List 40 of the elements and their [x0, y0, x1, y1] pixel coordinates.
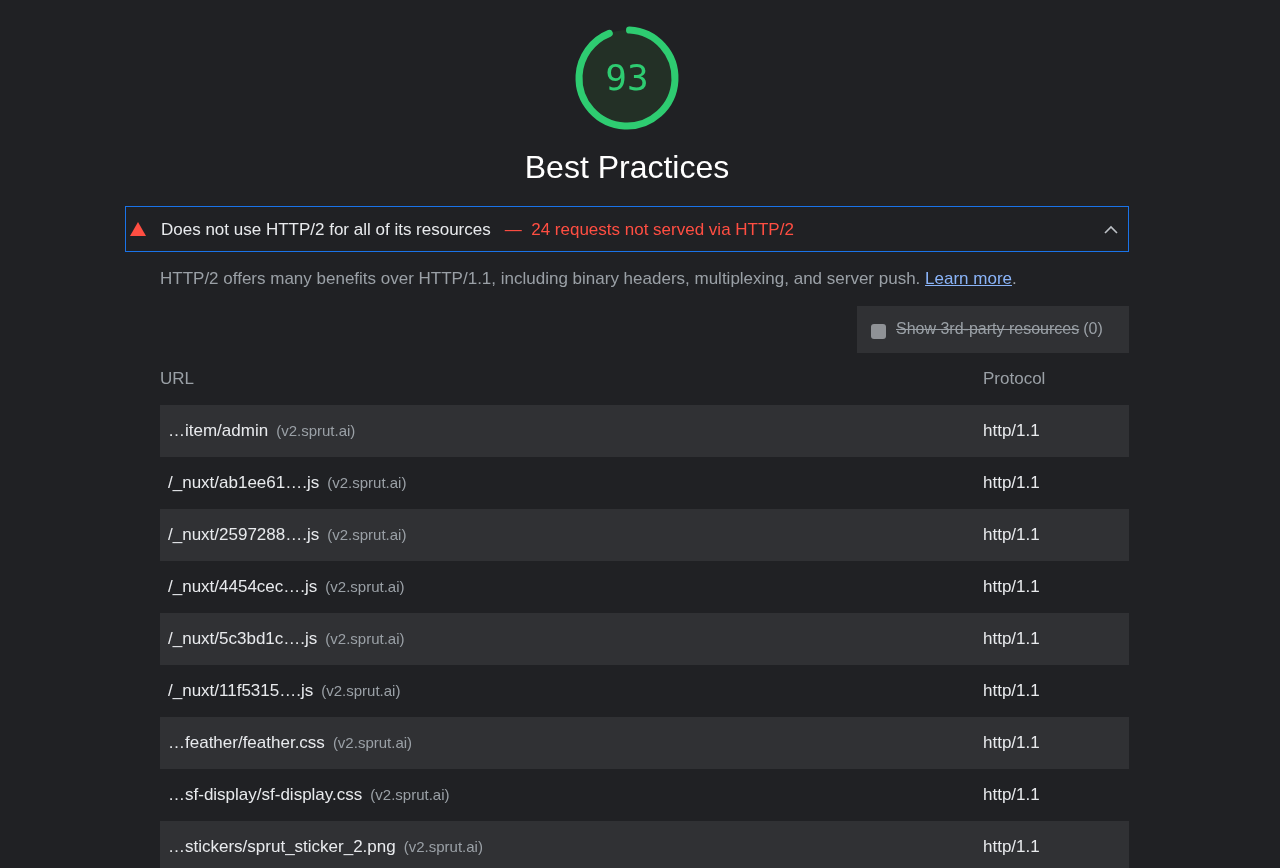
- url-host: (v2.sprut.ai): [327, 526, 407, 544]
- filter-count: (0): [1083, 319, 1103, 340]
- protocol-cell-text: http/1.1: [983, 576, 1041, 599]
- url-path: /_nuxt/4454cec….js: [168, 577, 318, 597]
- url-host: (v2.sprut.ai): [370, 786, 450, 804]
- audit-title: Does not use HTTP/2 for all of its resources: [161, 218, 491, 241]
- url-host: (v2.sprut.ai): [403, 838, 483, 856]
- url-host: (v2.sprut.ai): [325, 578, 405, 596]
- protocol-cell-text: http/1.1: [983, 784, 1041, 807]
- url-path: …sf-display/sf-display.css: [168, 785, 363, 805]
- audit-header[interactable]: Does not use HTTP/2 for all of its resources — 24 requests not served via HTTP/2: [125, 206, 1129, 253]
- chevron-icon[interactable]: [1104, 224, 1118, 234]
- protocol-cell-text: http/1.1: [983, 628, 1041, 651]
- protocol-cell-text: http/1.1: [983, 472, 1041, 495]
- filter-label: Show 3rd-party resources: [896, 319, 1080, 340]
- url-path: /_nuxt/ab1ee61….js: [168, 473, 320, 493]
- audit-summary: — 24 requests not served via HTTP/2: [504, 218, 794, 241]
- column-header: Protocol: [983, 368, 1047, 391]
- url-path: …item/admin: [168, 421, 269, 441]
- url-path: …feather/feather.css: [168, 733, 325, 753]
- url-path: …stickers/sprut_sticker_2.png: [168, 837, 396, 857]
- url-path: /_nuxt/5c3bd1c….js: [168, 629, 318, 649]
- protocol-cell-text: http/1.1: [983, 836, 1041, 859]
- url-host: (v2.sprut.ai): [327, 474, 407, 492]
- url-host: (v2.sprut.ai): [321, 682, 401, 700]
- url-path: /_nuxt/11f5315….js: [168, 681, 314, 701]
- category-title: Best Practices: [524, 148, 730, 187]
- protocol-cell-text: http/1.1: [983, 680, 1041, 703]
- column-header: URL: [160, 368, 195, 391]
- url-host: (v2.sprut.ai): [325, 630, 405, 648]
- warning-triangle-icon: [130, 222, 146, 237]
- protocol-cell-text: http/1.1: [983, 524, 1041, 547]
- protocol-cell-text: http/1.1: [983, 732, 1041, 755]
- score-value: 93: [605, 57, 649, 98]
- protocol-cell-text: http/1.1: [983, 420, 1041, 443]
- url-host: (v2.sprut.ai): [276, 422, 356, 440]
- url-path: /_nuxt/2597288….js: [168, 525, 320, 545]
- url-host: (v2.sprut.ai): [332, 734, 413, 752]
- audit-description: HTTP/2 offers many benefits over HTTP/1.1, including binary headers, multiplexing, and server push. Learn more.: [160, 268, 1018, 291]
- learn-more-link[interactable]: Learn more: [925, 269, 1012, 289]
